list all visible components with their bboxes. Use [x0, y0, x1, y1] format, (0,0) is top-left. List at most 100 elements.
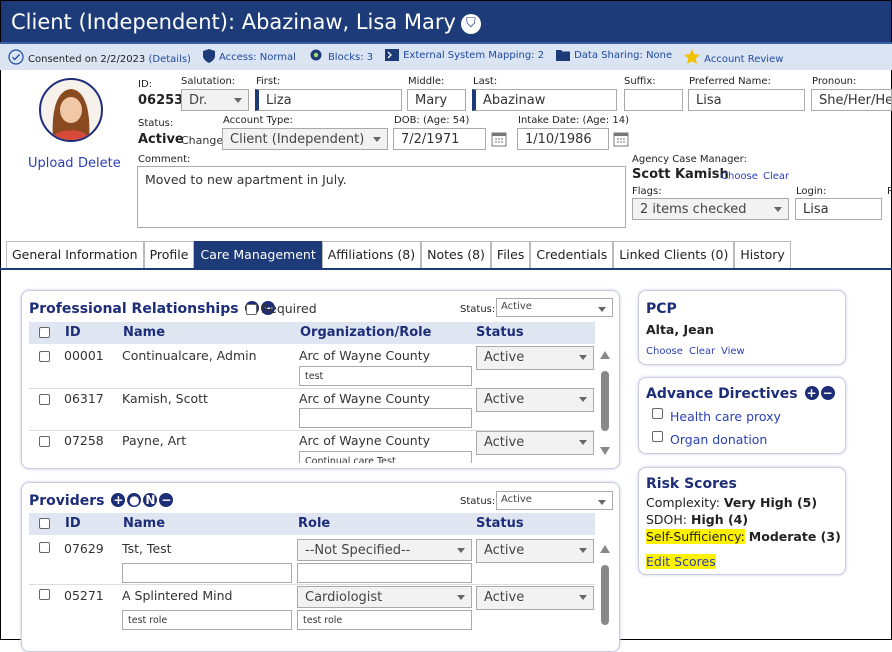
health-care-proxy-link[interactable]: Health care proxy	[670, 409, 781, 424]
status-filter-label: Status:	[460, 496, 496, 507]
tab-linked-clients[interactable]: Linked Clients (0)	[613, 241, 735, 268]
folder-icon	[556, 50, 571, 61]
shield-icon	[202, 49, 215, 63]
note-icon[interactable]: N	[143, 493, 158, 507]
preferred-name-label: Preferred Name:	[689, 76, 771, 87]
pcp-view-link[interactable]: View	[721, 346, 745, 357]
suffix-input[interactable]	[624, 89, 683, 111]
account-type-label: Account Type:	[223, 115, 293, 126]
extra-field-label: P	[887, 186, 892, 197]
case-manager-label: Agency Case Manager:	[632, 154, 747, 165]
login-input[interactable]: Lisa	[795, 198, 882, 220]
tab-credentials[interactable]: Credentials	[530, 241, 614, 268]
health-care-proxy-checkbox[interactable]	[652, 408, 663, 419]
role-note-input[interactable]: test role	[297, 610, 472, 630]
case-manager-name: Scott Kamish	[632, 167, 729, 182]
tab-profile[interactable]: Profile	[143, 241, 195, 268]
consent-details-link[interactable]: (Details)	[148, 54, 190, 65]
tab-affiliations[interactable]: Affiliations (8)	[321, 241, 422, 268]
role-note-input[interactable]: Continual care Test	[299, 451, 472, 463]
row-status-select[interactable]: Active	[476, 431, 594, 455]
first-name-input[interactable]: Liza	[255, 89, 402, 111]
organ-donation-checkbox[interactable]	[652, 431, 663, 442]
window-title: Client (Independent): Abazinaw, Lisa Mar…	[0, 0, 892, 42]
advance-directives-title: Advance Directives + −	[646, 386, 835, 402]
client-id: 06253	[138, 93, 184, 108]
access-link[interactable]: Access: Normal	[202, 49, 296, 65]
pcp-clear-link[interactable]: Clear	[689, 346, 715, 357]
last-name-input[interactable]: Abazinaw	[472, 89, 617, 111]
role-note-input[interactable]	[297, 563, 472, 583]
first-label: First:	[256, 76, 281, 87]
tab-care-management[interactable]: Care Management	[194, 241, 322, 268]
remove-icon[interactable]: −	[159, 493, 174, 507]
middle-label: Middle:	[408, 76, 445, 87]
pcp-choose-link[interactable]: Choose	[646, 346, 683, 357]
terminal-icon	[385, 49, 400, 61]
vertical-scrollbar[interactable]	[598, 349, 612, 459]
consent-status: Consented on 2/2/2023 (Details)	[8, 49, 191, 65]
person-icon[interactable]: ●	[127, 493, 142, 507]
risk-scores-panel: Risk Scores Complexity: Very High (5) SD…	[638, 467, 846, 575]
calendar-icon[interactable]	[491, 131, 507, 147]
login-label: Login:	[796, 186, 827, 197]
tag-icon[interactable]: ⛉	[460, 14, 481, 34]
flags-select[interactable]: 2 items checked	[632, 198, 789, 220]
comment-label: Comment:	[138, 154, 191, 165]
dob-input[interactable]: 7/2/1971	[393, 128, 486, 150]
case-manager-clear-link[interactable]: Clear	[763, 171, 789, 182]
blocks-link[interactable]: Blocks: 3	[308, 49, 373, 65]
pcp-panel: PCP Alta, Jean Choose Clear View	[638, 290, 846, 365]
tab-notes[interactable]: Notes (8)	[421, 241, 491, 268]
role-select[interactable]: Cardiologist	[297, 586, 472, 608]
row-checkbox[interactable]	[39, 436, 50, 447]
delete-photo-link[interactable]: Delete	[78, 156, 121, 171]
tab-files[interactable]: Files	[490, 241, 531, 268]
remove-icon[interactable]: −	[820, 386, 835, 400]
tab-general-information[interactable]: General Information	[6, 241, 144, 268]
sdoh-score: SDOH: High (4)	[646, 512, 749, 527]
organ-donation-link[interactable]: Organ donation	[670, 432, 767, 447]
table-row: 07258 Payne, Art Arc of Wayne County Con…	[22, 291, 621, 463]
change-status-link[interactable]: Change	[181, 134, 223, 147]
provider-note-input[interactable]	[122, 563, 292, 583]
salutation-select[interactable]: Dr.	[181, 89, 249, 111]
client-title: Client (Independent): Abazinaw, Lisa Mar…	[11, 10, 456, 34]
account-type-select[interactable]: Client (Independent)	[222, 128, 388, 150]
pronoun-label: Pronoun:	[812, 76, 857, 87]
tab-underline	[0, 268, 892, 270]
vertical-scrollbar[interactable]	[598, 543, 612, 633]
tab-bar: General Information Profile Care Managem…	[6, 241, 791, 268]
comment-textarea[interactable]: Moved to new apartment in July.	[137, 166, 626, 228]
intake-date-label: Intake Date: (Age: 14)	[518, 115, 629, 126]
tab-history[interactable]: History	[734, 241, 791, 268]
provider-note-input[interactable]: test role	[122, 610, 292, 630]
self-sufficiency-score: Self-Sufficiency: Moderate (3)	[646, 529, 841, 544]
row-status-select[interactable]: Active	[476, 586, 594, 610]
intake-date-input[interactable]: 1/10/1986	[517, 128, 609, 150]
providers-title: Providers + ● N −	[29, 493, 174, 509]
row-status-select[interactable]: Active	[476, 539, 594, 563]
add-icon[interactable]: +	[804, 386, 819, 400]
select-all-checkbox[interactable]	[39, 518, 50, 529]
id-label: ID:	[138, 79, 153, 90]
status-label: Status:	[138, 118, 174, 129]
middle-name-input[interactable]: Mary	[407, 89, 466, 111]
calendar-icon[interactable]	[613, 131, 629, 147]
external-mapping-link[interactable]: External System Mapping: 2	[385, 49, 544, 65]
row-checkbox[interactable]	[39, 542, 50, 553]
dob-label: DOB: (Age: 54)	[394, 115, 470, 126]
preferred-name-input[interactable]: Lisa	[688, 89, 805, 111]
role-select[interactable]: --Not Specified--	[297, 539, 472, 561]
pronoun-input[interactable]: She/Her/Hers	[811, 89, 892, 111]
upload-photo-link[interactable]: Upload	[28, 156, 74, 171]
row-checkbox[interactable]	[39, 589, 50, 600]
account-review-link[interactable]: Account Review	[684, 49, 783, 65]
status-filter-select[interactable]: Active	[496, 491, 613, 510]
add-icon[interactable]: +	[111, 493, 126, 507]
data-sharing-link[interactable]: Data Sharing: None	[556, 49, 672, 65]
edit-scores-link[interactable]: Edit Scores	[646, 554, 716, 569]
client-status: Active	[138, 132, 184, 147]
client-photo	[51, 89, 91, 140]
case-manager-choose-link[interactable]: Choose	[721, 171, 758, 182]
